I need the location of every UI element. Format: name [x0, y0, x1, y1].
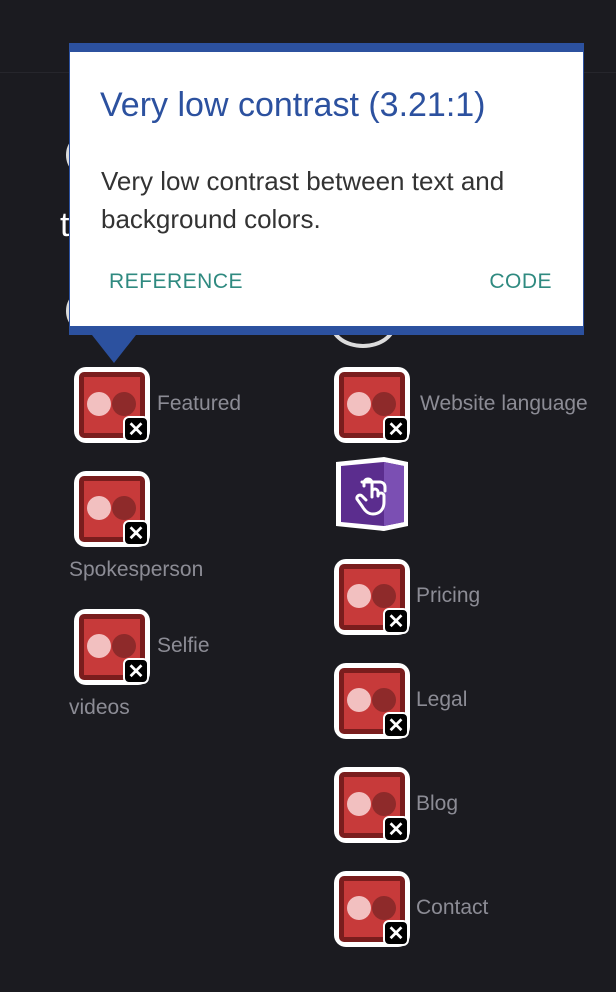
- close-icon[interactable]: ✕: [383, 920, 409, 946]
- contrast-error-icon[interactable]: ✕: [74, 609, 150, 685]
- link-legal[interactable]: Legal: [416, 688, 467, 712]
- aria-touch-alert-icon[interactable]: [334, 456, 410, 532]
- close-icon[interactable]: ✕: [383, 816, 409, 842]
- link-spokesperson[interactable]: Spokesperson: [69, 558, 203, 582]
- contrast-error-icon[interactable]: ✕: [334, 767, 410, 843]
- close-icon[interactable]: ✕: [123, 520, 149, 546]
- tooltip-pointer: [92, 335, 136, 363]
- close-icon[interactable]: ✕: [383, 608, 409, 634]
- link-blog[interactable]: Blog: [416, 792, 458, 816]
- contrast-error-icon[interactable]: ✕: [334, 367, 410, 443]
- close-icon[interactable]: ✕: [123, 658, 149, 684]
- close-icon[interactable]: ✕: [383, 416, 409, 442]
- tooltip-description: Very low contrast between text and backg…: [101, 166, 505, 234]
- close-icon[interactable]: ✕: [123, 416, 149, 442]
- code-link[interactable]: CODE: [489, 270, 552, 294]
- link-videos[interactable]: videos: [69, 696, 130, 720]
- reference-link[interactable]: REFERENCE: [109, 270, 243, 294]
- contrast-error-icon[interactable]: ✕: [74, 367, 150, 443]
- close-icon[interactable]: ✕: [383, 712, 409, 738]
- link-featured[interactable]: Featured: [157, 392, 241, 416]
- contrast-error-icon[interactable]: ✕: [334, 559, 410, 635]
- contrast-error-icon[interactable]: ✕: [74, 471, 150, 547]
- contrast-error-icon[interactable]: ✕: [334, 871, 410, 947]
- contrast-tooltip: Very low contrast (3.21:1) Very low cont…: [69, 43, 584, 363]
- link-pricing[interactable]: Pricing: [416, 584, 480, 608]
- link-website-language[interactable]: Website language: [420, 392, 588, 416]
- contrast-error-icon[interactable]: ✕: [334, 663, 410, 739]
- tooltip-title: Very low contrast (3.21:1): [100, 86, 486, 124]
- link-contact[interactable]: Contact: [416, 896, 488, 920]
- link-selfie[interactable]: Selfie: [157, 634, 210, 658]
